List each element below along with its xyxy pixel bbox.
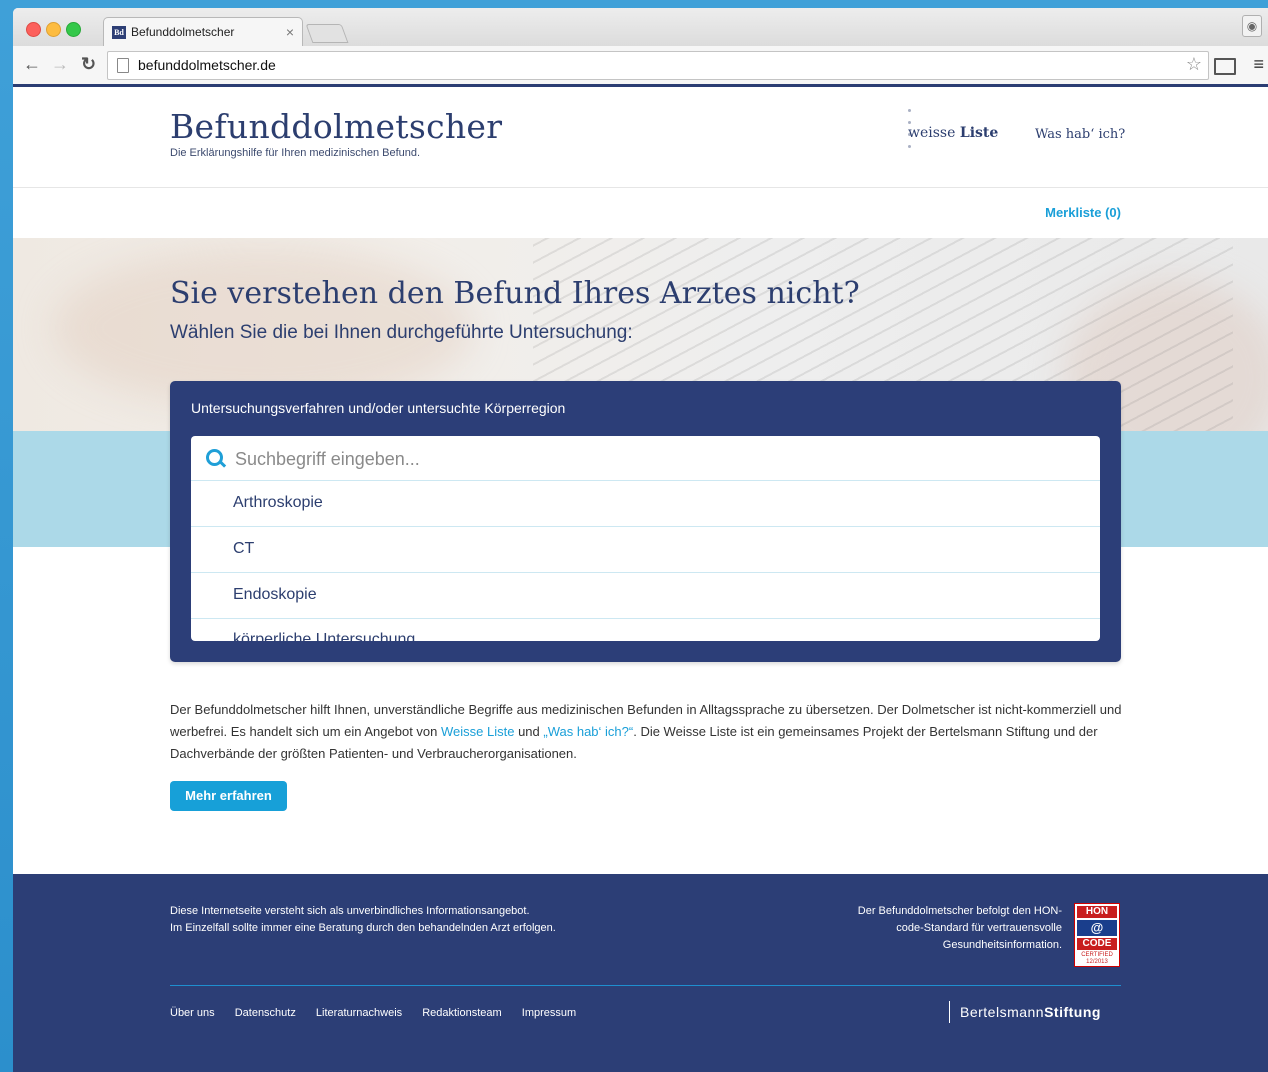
hon-badge-cert: CERTIFIED 12/2013 <box>1081 952 1113 965</box>
footer-link-impressum[interactable]: Impressum <box>522 1007 576 1019</box>
search-icon <box>206 449 223 466</box>
mehr-erfahren-button[interactable]: Mehr erfahren <box>170 781 287 811</box>
footer-divider <box>170 985 1121 986</box>
zoom-window-button[interactable] <box>66 22 81 37</box>
search-option[interactable]: CT <box>191 527 1100 573</box>
merkliste-link[interactable]: Merkliste (0) <box>1045 205 1121 220</box>
hon-badge-top: HON <box>1077 906 1117 918</box>
intro-text: Der Befunddolmetscher hilft Ihnen, unver… <box>170 699 1130 765</box>
browser-toolbar: ← → ↻ befunddolmetscher.de ☆ ≡ <box>13 46 1268 85</box>
search-option[interactable]: Arthroskopie <box>191 481 1100 527</box>
star-icon[interactable]: ☆ <box>1186 54 1202 75</box>
footer-disclaimer-line: Im Einzelfall sollte immer eine Beratung… <box>170 922 556 934</box>
tab-title: Befunddolmetscher <box>131 25 235 39</box>
footer-link-ueber-uns[interactable]: Über uns <box>170 1007 215 1019</box>
footer-disclaimer-line: Diese Internetseite versteht sich als un… <box>170 905 530 917</box>
cast-icon[interactable] <box>1214 58 1236 75</box>
new-tab-button[interactable] <box>305 24 349 43</box>
back-arrow-icon[interactable]: ← <box>23 54 41 74</box>
browser-tab[interactable]: Bd Befunddolmetscher × <box>103 17 303 47</box>
page-icon <box>117 58 129 73</box>
bertelsmann-word-a: Bertelsmann <box>960 1004 1045 1020</box>
was-hab-ich-logo[interactable]: Was hab‘ ich? <box>1035 127 1125 142</box>
search-dropdown: Arthroskopie CT Endoskopie körperliche U… <box>191 436 1100 641</box>
weisse-liste-link[interactable]: Weisse Liste <box>441 724 514 739</box>
search-option[interactable]: körperliche Untersuchung <box>191 619 1100 641</box>
browser-tabstrip: Bd Befunddolmetscher × ◉ <box>13 8 1268 47</box>
site-header: Befunddolmetscher Die Erklärungshilfe fü… <box>13 87 1268 188</box>
footer-nav: Über uns Datenschutz Literaturnachweis R… <box>170 1007 593 1019</box>
page-content: Befunddolmetscher Die Erklärungshilfe fü… <box>13 87 1268 1072</box>
search-panel-label: Untersuchungsverfahren und/oder untersuc… <box>191 400 566 416</box>
site-logo-title[interactable]: Befunddolmetscher <box>170 107 502 146</box>
site-footer: Diese Internetseite versteht sich als un… <box>13 874 1268 1072</box>
hon-code-line: Der Befunddolmetscher befolgt den HON- <box>857 905 1062 917</box>
close-window-button[interactable] <box>26 22 41 37</box>
search-option-label: Endoskopie <box>233 586 317 603</box>
hon-badge-mid: @ <box>1077 920 1117 936</box>
reload-icon[interactable]: ↻ <box>81 54 96 74</box>
search-option-label: Arthroskopie <box>233 494 323 511</box>
hero-title: Sie verstehen den Befund Ihres Arztes ni… <box>170 276 860 311</box>
favicon-icon: Bd <box>112 26 126 39</box>
site-logo-subtitle: Die Erklärungshilfe für Ihren medizinisc… <box>170 147 421 159</box>
search-row <box>191 436 1100 481</box>
was-hab-ich-link[interactable]: „Was hab‘ ich?“ <box>543 724 633 739</box>
bertelsmann-word-b: Stiftung <box>1044 1004 1101 1020</box>
bertelsmann-stiftung-logo[interactable]: BertelsmannStiftung <box>949 1001 1101 1023</box>
browser-window: Bd Befunddolmetscher × ◉ ← → ↻ befunddol… <box>13 8 1268 1072</box>
weisse-liste-word-b: Liste <box>959 125 999 141</box>
search-option[interactable]: Endoskopie <box>191 573 1100 619</box>
hon-code-line: Gesundheitsinformation. <box>942 939 1062 951</box>
footer-disclaimer: Diese Internetseite versteht sich als un… <box>170 903 556 937</box>
forward-arrow-icon[interactable]: → <box>51 54 69 74</box>
weisse-liste-logo[interactable]: weisse Liste <box>908 125 998 141</box>
footer-link-redaktionsteam[interactable]: Redaktionsteam <box>422 1007 502 1019</box>
intro-text-part: und <box>514 724 544 739</box>
hon-code-badge-icon[interactable]: HON @ CODE CERTIFIED 12/2013 <box>1074 903 1120 967</box>
hero-subtitle: Wählen Sie die bei Ihnen durchgeführte U… <box>170 322 633 343</box>
menu-icon[interactable]: ≡ <box>1253 54 1264 74</box>
minimize-window-button[interactable] <box>46 22 61 37</box>
url-text[interactable]: befunddolmetscher.de <box>138 57 276 73</box>
search-panel: Untersuchungsverfahren und/oder untersuc… <box>170 381 1121 662</box>
search-input[interactable] <box>233 446 1077 472</box>
tab-close-icon[interactable]: × <box>286 24 294 40</box>
footer-link-literaturnachweis[interactable]: Literaturnachweis <box>316 1007 402 1019</box>
search-option-label: CT <box>233 540 255 557</box>
footer-link-datenschutz[interactable]: Datenschutz <box>235 1007 296 1019</box>
profile-icon[interactable]: ◉ <box>1242 15 1262 37</box>
address-bar[interactable]: befunddolmetscher.de ☆ <box>107 51 1209 80</box>
hon-badge-code: CODE <box>1077 938 1117 950</box>
search-option-label: körperliche Untersuchung <box>233 631 416 641</box>
weisse-liste-word-a: weisse <box>908 125 956 141</box>
hon-code-line: code-Standard für vertrauensvolle <box>896 922 1062 934</box>
hon-code-text: Der Befunddolmetscher befolgt den HON- c… <box>802 903 1062 954</box>
